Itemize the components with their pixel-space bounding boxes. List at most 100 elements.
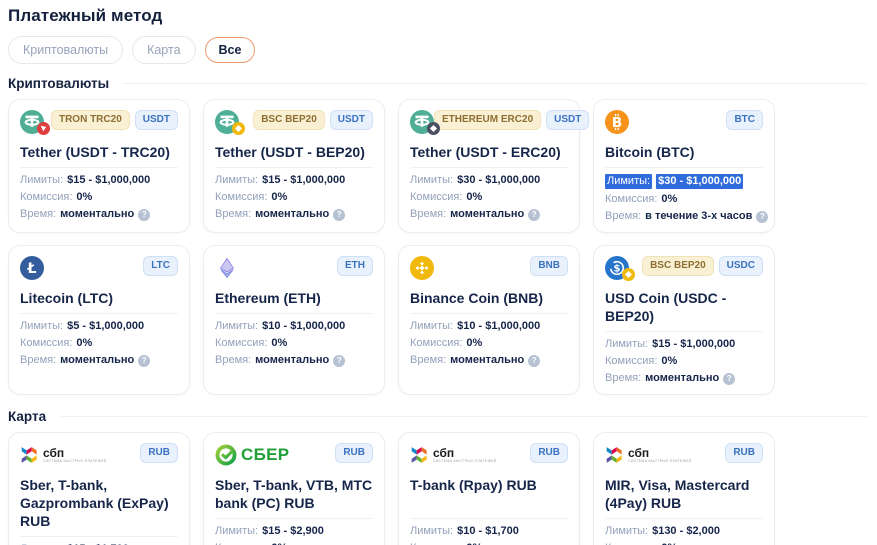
bnb-icon xyxy=(410,256,434,280)
tether-eth-icon xyxy=(410,110,440,135)
limits-value: $30 - $1,000,000 xyxy=(656,174,744,189)
svg-text:$: $ xyxy=(614,264,621,275)
help-icon[interactable]: ? xyxy=(528,354,541,367)
payment-method-title: T-bank (Rpay) RUB xyxy=(410,477,537,493)
card-header: TRON TRC20 USDT xyxy=(20,110,178,135)
payment-method-card[interactable]: СБЕР RUB Sber, T-bank, VTB, MTC bank (PC… xyxy=(203,432,385,545)
fee-row: Комиссия: 0% xyxy=(215,337,373,350)
fee-label: Комиссия: xyxy=(215,191,268,203)
ethereum-icon xyxy=(215,256,239,280)
card-header: сбп система быстрых платежей RUB xyxy=(605,443,763,468)
limits-row: Лимиты: $15 - $1,000,000 xyxy=(215,174,373,187)
help-icon[interactable]: ? xyxy=(138,208,151,221)
time-row: Время: моментально ? xyxy=(215,354,373,367)
payment-method-card[interactable]: $ BSC BEP20 USDC USD Coin (USDC - BEP20) … xyxy=(593,245,775,395)
limits-value: $10 - $1,700 xyxy=(457,525,519,537)
section-title: Криптовалюты xyxy=(8,76,110,91)
time-label: Время: xyxy=(20,208,57,220)
limits-label: Лимиты: xyxy=(410,320,454,332)
badge-bsc-bep20: BSC BEP20 xyxy=(253,110,325,130)
limits-row: Лимиты: $30 - $1,000,000 xyxy=(410,174,568,187)
limits-value: $30 - $1,000,000 xyxy=(457,174,541,186)
fee-value: 0% xyxy=(466,191,483,203)
network-badges: LTC xyxy=(143,256,178,276)
card-header: BSC BEP20 USDT xyxy=(215,110,373,135)
payment-method-card[interactable]: TRON TRC20 USDT Tether (USDT - TRC20) Лим… xyxy=(8,99,190,233)
network-badges: ETHEREUM ERC20 USDT xyxy=(434,110,590,130)
payment-method-card[interactable]: сбп система быстрых платежей RUB MIR, Vis… xyxy=(593,432,775,545)
time-row: Время: моментально ? xyxy=(215,208,373,221)
payment-method-card[interactable]: сбп система быстрых платежей RUB Sber, T-… xyxy=(8,432,190,545)
card-header: $ BSC BEP20 USDC xyxy=(605,256,763,281)
tab-card[interactable]: Карта xyxy=(132,36,196,64)
network-badges: BSC BEP20 USDT xyxy=(253,110,373,130)
time-row: Время: моментально ? xyxy=(20,208,178,221)
network-badges: RUB xyxy=(530,443,568,463)
badge-ltc: LTC xyxy=(143,256,178,276)
payment-method-card[interactable]: B BTC Bitcoin (BTC) Лимиты: $30 - $1,000… xyxy=(593,99,775,233)
payment-method-title: Sber, T-bank, VTB, MTC bank (PC) RUB xyxy=(215,477,373,511)
fee-row: Комиссия: 0% xyxy=(605,355,763,368)
badge-bsc-bep20: BSC BEP20 xyxy=(642,256,714,276)
limits-value: $5 - $1,000,000 xyxy=(67,320,145,332)
badge-rub: RUB xyxy=(335,443,373,463)
payment-method-title: Sber, T-bank, Gazprombank (ExPay) RUB xyxy=(20,477,169,529)
card-details: Лимиты: $15 - $1,000,000 Комиссия: 0% Вр… xyxy=(605,331,763,385)
payment-method-card[interactable]: ETHEREUM ERC20 USDT Tether (USDT - ERC20)… xyxy=(398,99,590,233)
badge-usdc: USDC xyxy=(718,256,763,276)
help-icon[interactable]: ? xyxy=(756,210,769,223)
svg-text:Ł: Ł xyxy=(27,261,37,277)
payment-method-card[interactable]: Ł LTC Litecoin (LTC) Лимиты: $5 - $1,000… xyxy=(8,245,190,395)
sber-icon: СБЕР xyxy=(215,443,289,467)
sbp-wordmark: сбп xyxy=(628,445,650,460)
fee-value: 0% xyxy=(271,337,288,349)
payment-method-title: Binance Coin (BNB) xyxy=(410,290,543,306)
limits-row: Лимиты: $5 - $1,000,000 xyxy=(20,320,178,333)
fee-label: Комиссия: xyxy=(605,193,658,205)
network-badges: TRON TRC20 USDT xyxy=(50,110,178,130)
time-value: моментально xyxy=(60,354,135,366)
filter-tabs: Криптовалюты Карта Все xyxy=(8,36,867,64)
payment-method-card[interactable]: BSC BEP20 USDT Tether (USDT - BEP20) Лими… xyxy=(203,99,385,233)
help-icon[interactable]: ? xyxy=(333,354,346,367)
fee-value: 0% xyxy=(661,355,678,367)
tab-all[interactable]: Все xyxy=(204,37,256,63)
usdc-bsc-icon: $ xyxy=(605,256,635,281)
card-header: Ł LTC xyxy=(20,256,178,281)
time-value: моментально xyxy=(450,208,525,220)
help-icon[interactable]: ? xyxy=(528,208,541,221)
payment-method-title: MIR, Visa, Mastercard (4Pay) RUB xyxy=(605,477,750,511)
bitcoin-icon: B xyxy=(605,110,629,134)
time-value: моментально xyxy=(255,208,330,220)
limits-row: Лимиты: $10 - $1,700 xyxy=(410,525,568,538)
card-header: сбп система быстрых платежей RUB xyxy=(410,443,568,468)
section-divider xyxy=(60,416,867,417)
card-details: Лимиты: $130 - $2,000 Комиссия: 0% Время… xyxy=(605,518,763,545)
card-details: Лимиты: $15 - $1,000,000 Комиссия: 0% Вр… xyxy=(20,167,178,221)
badge-usdt: USDT xyxy=(546,110,590,130)
card-header: B BTC xyxy=(605,110,763,135)
card-header: СБЕР RUB xyxy=(215,443,373,468)
fee-value: 0% xyxy=(76,337,93,349)
payment-method-card[interactable]: ETH Ethereum (ETH) Лимиты: $10 - $1,000,… xyxy=(203,245,385,395)
payment-method-title: Tether (USDT - BEP20) xyxy=(215,144,365,160)
tab-cryptocurrencies[interactable]: Криптовалюты xyxy=(8,36,124,64)
help-icon[interactable]: ? xyxy=(723,372,736,385)
svg-text:B: B xyxy=(612,115,622,131)
payment-method-card[interactable]: сбп система быстрых платежей RUB T-bank (… xyxy=(398,432,580,545)
payment-method-card[interactable]: BNB Binance Coin (BNB) Лимиты: $10 - $1,… xyxy=(398,245,580,395)
limits-row: Лимиты: $15 - $1,000,000 xyxy=(20,174,178,187)
help-icon[interactable]: ? xyxy=(333,208,346,221)
fee-row: Комиссия: 0% xyxy=(215,191,373,204)
limits-row: Лимиты: $15 - $2,900 xyxy=(215,525,373,538)
card-details: Лимиты: $15 - $1,700 Комиссия: 0% Время:… xyxy=(20,536,178,545)
card-header: ETH xyxy=(215,256,373,281)
fee-label: Комиссия: xyxy=(20,337,73,349)
sbp-wordmark: сбп xyxy=(433,445,455,460)
fee-row: Комиссия: 0% xyxy=(20,191,178,204)
badge-usdt: USDT xyxy=(329,110,373,130)
sbp-icon: сбп система быстрых платежей xyxy=(605,443,691,467)
limits-label: Лимиты: xyxy=(410,525,454,537)
help-icon[interactable]: ? xyxy=(138,354,151,367)
card-details: Лимиты: $30 - $1,000,000 Комиссия: 0% Вр… xyxy=(410,167,568,221)
